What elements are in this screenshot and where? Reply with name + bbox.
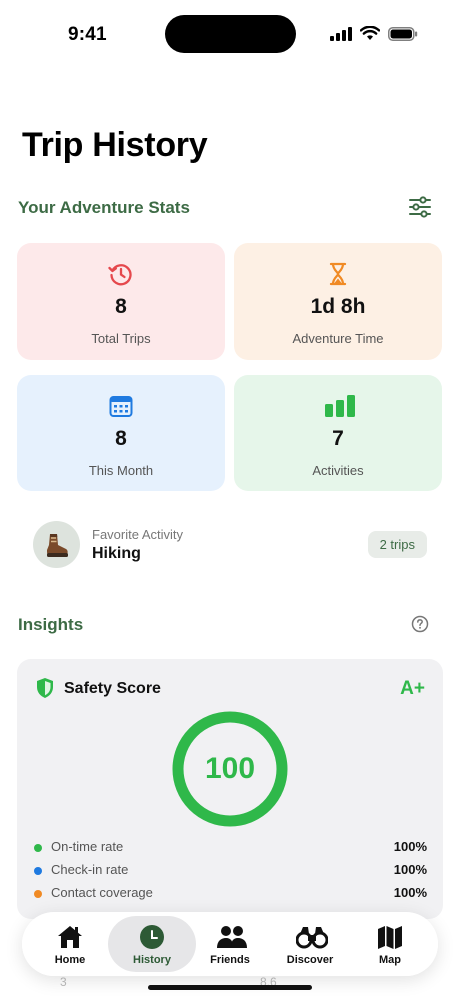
sliders-icon (409, 196, 431, 218)
favorite-activity-caption: Favorite Activity (92, 527, 184, 542)
stat-label: Adventure Time (292, 331, 384, 346)
history-icon (108, 261, 134, 287)
status-bar: 9:41 (0, 0, 460, 66)
page-title: Trip History (22, 126, 208, 164)
shield-icon (35, 677, 55, 699)
people-icon (216, 924, 247, 950)
stat-value: 8 (115, 295, 127, 318)
favorite-activity-name: Hiking (92, 545, 141, 562)
metric-row-on-time: On-time rate 100% (33, 839, 427, 857)
metric-name: Contact coverage (51, 885, 153, 900)
status-dot (34, 844, 42, 852)
status-time: 9:41 (68, 24, 107, 45)
tab-label: History (133, 954, 171, 966)
metric-name: Check-in rate (51, 862, 129, 877)
battery-icon (388, 26, 418, 41)
map-icon (376, 924, 404, 950)
tab-label: Friends (210, 954, 250, 966)
safety-score-value: 100 (204, 752, 256, 785)
status-icons (330, 26, 418, 41)
tab-discover[interactable]: Discover (268, 916, 352, 972)
tab-map[interactable]: Map (348, 916, 432, 972)
hourglass-icon (325, 261, 351, 287)
metric-row-contact-coverage: Contact coverage 100% (33, 885, 427, 903)
calendar-icon (108, 393, 134, 419)
help-button[interactable] (411, 615, 429, 633)
metric-value: 100% (393, 885, 427, 900)
safety-grade: A+ (400, 678, 425, 699)
home-indicator (148, 985, 312, 990)
stat-value: 1d 8h (310, 295, 366, 318)
question-circle-icon (411, 615, 429, 633)
stats-section-title: Your Adventure Stats (18, 198, 190, 217)
status-dot (34, 890, 42, 898)
tab-history[interactable]: History (108, 916, 196, 972)
tab-friends[interactable]: Friends (188, 916, 272, 972)
clock-icon (138, 924, 166, 950)
home-icon (56, 924, 84, 950)
tab-label: Discover (286, 954, 334, 966)
stat-card-adventure-time: 1d 8h Adventure Time (234, 243, 442, 360)
stat-card-activities: 7 Activities (234, 375, 442, 491)
bar-chart-icon (325, 393, 355, 419)
favorite-activity-row[interactable]: Favorite Activity Hiking 2 trips (33, 520, 429, 572)
tab-label: Home (54, 954, 86, 966)
trip-count-badge: 2 trips (367, 531, 427, 558)
stat-label: This Month (88, 463, 154, 478)
hiking-boot-icon (33, 521, 80, 568)
insights-section-title: Insights (18, 615, 84, 634)
stat-label: Activities (312, 463, 364, 478)
safety-score-title: Safety Score (64, 680, 161, 697)
status-dot (34, 867, 42, 875)
tab-bar: Home History Friends Discover Map (22, 912, 438, 976)
filter-button[interactable] (408, 196, 432, 218)
metric-value: 100% (393, 839, 427, 854)
metric-row-check-in: Check-in rate 100% (33, 862, 427, 880)
safety-score-card[interactable]: Safety Score A+ 100 On-time rate 100% Ch… (17, 659, 443, 919)
binoculars-icon (295, 924, 329, 950)
dynamic-island (165, 15, 296, 53)
tab-label: Map (379, 954, 401, 966)
cellular-signal-icon (330, 26, 352, 41)
stat-card-total-trips: 8 Total Trips (17, 243, 225, 360)
underlying-value: 3 (60, 975, 67, 989)
stat-value: 8 (115, 427, 127, 450)
stat-label: Total Trips (91, 331, 151, 346)
metric-name: On-time rate (51, 839, 124, 854)
stat-value: 7 (332, 427, 344, 450)
stat-card-this-month: 8 This Month (17, 375, 225, 491)
wifi-icon (360, 26, 380, 40)
metric-value: 100% (393, 862, 427, 877)
tab-home[interactable]: Home (28, 916, 112, 972)
